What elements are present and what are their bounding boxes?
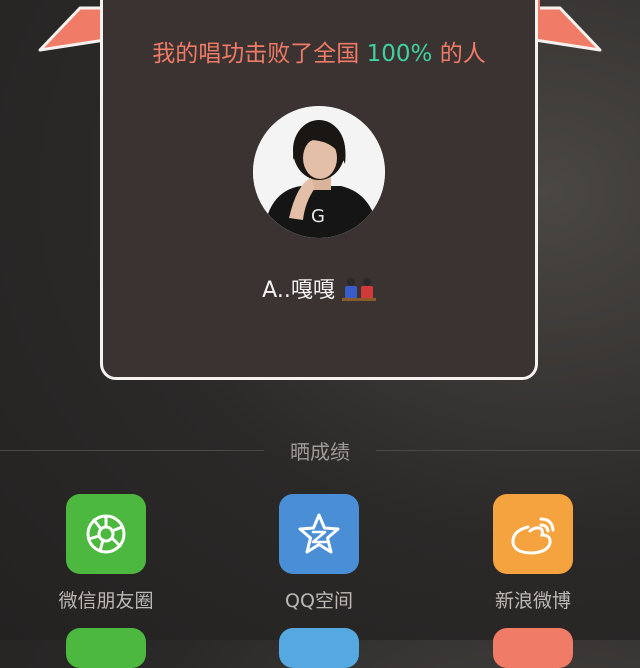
- user-name-text: A..嘎嘎: [262, 278, 335, 303]
- share-sina-weibo[interactable]: 新浪微博: [453, 494, 613, 613]
- wechat-moments-tile[interactable]: [66, 494, 146, 574]
- score-headline: 我的唱功击败了全国 100% 的人: [100, 34, 538, 68]
- headline-prefix: 我的唱功击败了全国: [152, 41, 360, 67]
- share-wechat-moments[interactable]: 微信朋友圈: [26, 494, 186, 613]
- qzone-tile[interactable]: [279, 494, 359, 574]
- user-avatar: G: [253, 106, 385, 238]
- share-tile-row2-2[interactable]: [279, 628, 359, 668]
- sina-weibo-tile[interactable]: [493, 494, 573, 574]
- dolls-emoji-icon: [341, 278, 376, 301]
- user-name: A..嘎嘎: [100, 272, 538, 304]
- share-tile-row2-1[interactable]: [66, 628, 146, 668]
- headline-suffix: 的人: [439, 41, 486, 67]
- share-qzone-label: QQ空间: [285, 590, 353, 612]
- share-wechat-moments-label: 微信朋友圈: [58, 590, 154, 612]
- qzone-star-icon: [298, 513, 340, 554]
- share-tile-row2-3[interactable]: [493, 628, 573, 668]
- wechat-moments-icon: [86, 514, 126, 554]
- svg-text:G: G: [311, 206, 325, 227]
- share-qzone[interactable]: QQ空间: [239, 494, 399, 613]
- sina-weibo-icon: [511, 517, 555, 555]
- divider-right: [376, 450, 640, 451]
- headline-percent: 100%: [366, 41, 433, 67]
- share-sina-weibo-label: 新浪微博: [494, 590, 571, 612]
